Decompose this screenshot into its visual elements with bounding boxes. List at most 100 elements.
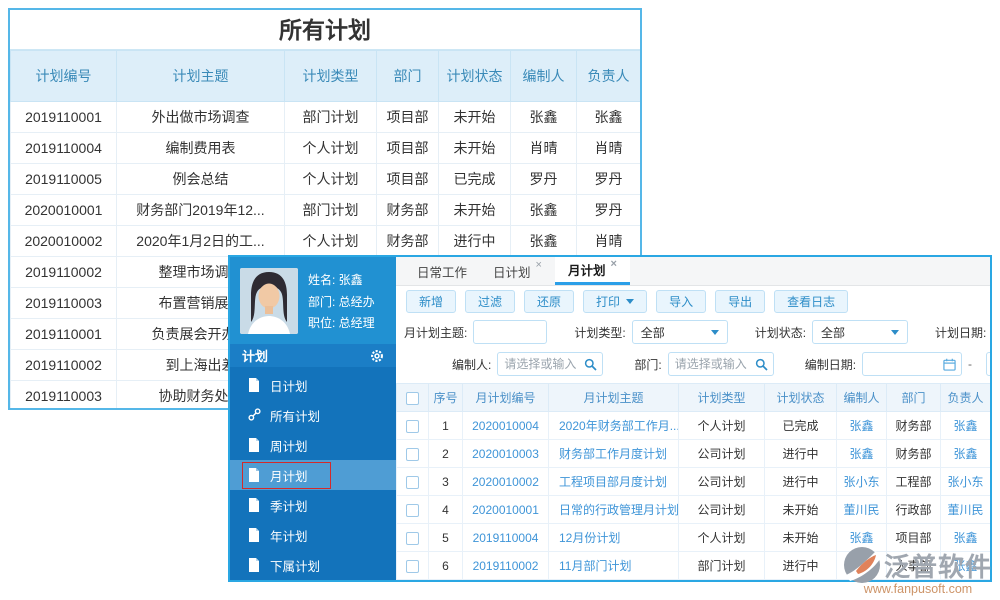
row-checkbox[interactable] [406,504,419,517]
creator-link[interactable]: 张鑫 [837,412,887,440]
sidebar-item-label: 所有计划 [270,406,320,425]
column-header: 计划状态 [765,384,837,412]
plan-topic-link[interactable]: 财务部工作月度计划 [549,440,679,468]
table-row: 2019110004编制费用表个人计划项目部未开始肖晴肖晴 [11,133,641,164]
sidebar-section-plan: 计划 [230,344,396,367]
plan-id-link[interactable]: 2020010001 [463,496,549,524]
status-select[interactable]: 全部 [812,320,908,344]
plan-status-cell: 进行中 [765,468,837,496]
plan-topic-link[interactable]: 日常的行政管理月计划 [549,496,679,524]
table-row: 22020010003财务部工作月度计划公司计划进行中张鑫财务部张鑫 [397,440,991,468]
monthly-plan-window: 姓名: 张鑫 部门: 总经办 职位: 总经理 计划 [228,255,992,582]
owner-link[interactable]: 张鑫 [941,412,991,440]
cell: 肖晴 [511,133,577,164]
cell: 罗丹 [577,164,641,195]
sidebar-item-label: 月计划 [270,466,308,485]
tab-label: 日计划 [493,262,531,281]
tab-monthly-plan[interactable]: 月计划 × [555,257,630,285]
row-checkbox[interactable] [406,448,419,461]
cell: 项目部 [377,102,439,133]
table-row: 2019110001外出做市场调查部门计划项目部未开始张鑫张鑫 [11,102,641,133]
file-icon [248,498,261,512]
sidebar-item-yearly-plan[interactable]: 年计划 [230,520,396,550]
type-select-value: 全部 [641,324,665,341]
column-header: 编制人 [837,384,887,412]
plan-topic-link[interactable]: 11月部门计划 [549,552,679,580]
cell: 进行中 [439,226,511,257]
creator-link[interactable]: 张小东 [837,468,887,496]
cell: 2019110003 [11,381,117,411]
print-button[interactable]: 打印 [583,290,647,313]
sidebar-item-quarterly-plan[interactable]: 季计划 [230,490,396,520]
sidebar-item-weekly-plan[interactable]: 周计划 [230,430,396,460]
cell: 财务部门2019年12... [117,195,285,226]
owner-link[interactable]: 董川民 [941,496,991,524]
select-all-checkbox[interactable] [406,392,419,405]
cell: 2019110001 [11,102,117,133]
column-header: 计划类型 [285,51,377,102]
owner-link[interactable]: 张小东 [941,468,991,496]
cell: 张鑫 [511,102,577,133]
cell: 罗丹 [577,195,641,226]
calendar-icon[interactable] [943,358,956,371]
row-checkbox[interactable] [406,532,419,545]
cell: 2019110002 [11,350,117,381]
row-select-cell [397,552,429,580]
row-checkbox[interactable] [406,560,419,573]
close-icon[interactable]: × [536,259,542,271]
type-select[interactable]: 全部 [632,320,728,344]
sidebar-item-all-plans[interactable]: 所有计划 [230,400,396,430]
seq-cell: 5 [429,524,463,552]
tab-daily-work[interactable]: 日常工作 [404,257,480,285]
create-date-end-input[interactable] [986,352,992,376]
sidebar-item-subordinate-plan[interactable]: 下属计划 [230,550,396,580]
tab-daily-plan[interactable]: 日计划 × [480,257,555,285]
plan-id-link[interactable]: 2020010002 [463,468,549,496]
add-button[interactable]: 新增 [406,290,456,313]
file-icon [248,438,261,452]
plan-type-cell: 个人计划 [679,524,765,552]
profile-info: 姓名: 张鑫 部门: 总经办 职位: 总经理 [308,268,375,334]
all-plans-header-row: 计划编号 计划主题 计划类型 部门 计划状态 编制人 负责人 [11,51,641,102]
table-row: 20200100022020年1月2日的工...个人计划财务部进行中张鑫肖晴 [11,226,641,257]
cell: 2020010001 [11,195,117,226]
filter-button[interactable]: 过滤 [465,290,515,313]
plan-topic-link[interactable]: 2020年财务部工作月... [549,412,679,440]
profile-title: 职位: 总经理 [308,314,375,331]
view-log-button[interactable]: 查看日志 [774,290,848,313]
plan-type-cell: 部门计划 [679,552,765,580]
owner-link[interactable]: 张鑫 [941,440,991,468]
column-header: 部门 [377,51,439,102]
user-profile: 姓名: 张鑫 部门: 总经办 职位: 总经理 [230,257,396,344]
row-select-cell [397,440,429,468]
topic-input[interactable] [473,320,547,344]
sidebar-item-daily-plan[interactable]: 日计划 [230,370,396,400]
row-checkbox[interactable] [406,476,419,489]
row-checkbox[interactable] [406,420,419,433]
plan-topic-link[interactable]: 12月份计划 [549,524,679,552]
export-button[interactable]: 导出 [715,290,765,313]
creator-link[interactable]: 董川民 [837,496,887,524]
plan-status-cell: 未开始 [765,524,837,552]
plan-id-link[interactable]: 2020010004 [463,412,549,440]
restore-button[interactable]: 还原 [524,290,574,313]
search-icon[interactable] [584,358,597,371]
plan-id-link[interactable]: 2019110004 [463,524,549,552]
brand-logo-icon [842,545,882,585]
import-button[interactable]: 导入 [656,290,706,313]
close-icon[interactable]: × [610,258,616,270]
seq-cell: 4 [429,496,463,524]
sidebar-item-monthly-plan[interactable]: 月计划 [230,460,396,490]
row-select-cell [397,468,429,496]
gear-icon[interactable] [370,349,384,363]
sidebar-menu: 日计划 所有计划 周计划 月计划 [230,367,396,580]
search-icon[interactable] [755,358,768,371]
main-area: 日常工作 日计划 × 月计划 × 新增 过滤 还原 打印 导入 导出 查看日志 [396,257,990,580]
plan-topic-link[interactable]: 工程项目部月度计划 [549,468,679,496]
plan-id-link[interactable]: 2019110002 [463,552,549,580]
date-range-separator: - [968,357,972,371]
plan-id-link[interactable]: 2020010003 [463,440,549,468]
link-icon [248,408,261,422]
cell: 肖晴 [577,133,641,164]
creator-link[interactable]: 张鑫 [837,440,887,468]
